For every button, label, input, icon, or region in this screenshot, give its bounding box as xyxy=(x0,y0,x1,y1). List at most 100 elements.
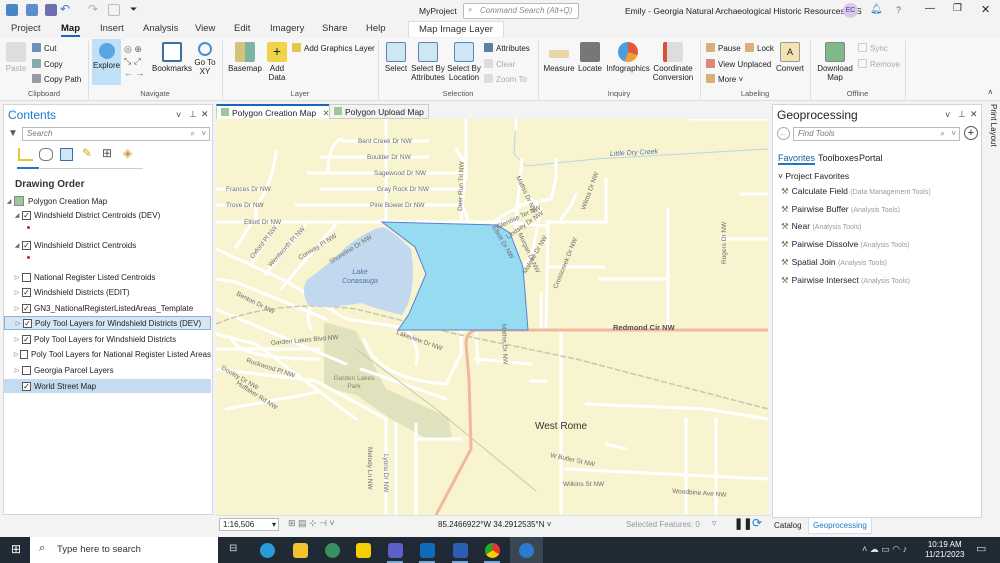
cut-button[interactable]: Cut xyxy=(32,43,56,53)
bookmarks-button[interactable]: Bookmarks xyxy=(152,42,192,73)
map-view[interactable]: Bent Creek Dr NW Boulder Dr NW Sagewood … xyxy=(216,119,768,515)
measure-button[interactable]: Measure xyxy=(543,42,575,73)
refresh-icon[interactable]: ⟳ xyxy=(752,516,762,530)
lock-labeling-button[interactable]: Lock xyxy=(745,43,774,53)
layer-visibility-checkbox[interactable]: ✓ xyxy=(23,318,32,328)
more-labeling-button[interactable]: More ˅ xyxy=(706,74,743,84)
map-node[interactable]: ◢ Polygon Creation Map xyxy=(4,194,211,208)
expand-icon[interactable]: ▷ xyxy=(12,274,22,281)
new-project-icon[interactable] xyxy=(6,4,18,16)
layer-visibility-checkbox[interactable]: ✓ xyxy=(22,334,31,344)
tab-map-image-layer[interactable]: Map Image Layer xyxy=(408,21,504,37)
layer-item[interactable]: ▷ ✓ Poly Tool Layers for Windshield Distri… xyxy=(4,332,211,346)
layer-visibility-checkbox[interactable]: ✓ xyxy=(22,381,31,391)
download-map-button[interactable]: Download Map xyxy=(815,42,855,82)
collapse-icon[interactable]: ◢ xyxy=(4,198,14,205)
customize-qat-icon[interactable]: ⏷ xyxy=(130,4,137,15)
layer-item[interactable]: ▷ Poly Tool Layers for National Register … xyxy=(4,347,211,361)
tab-toolboxes[interactable]: Toolboxes xyxy=(818,153,859,163)
contents-search-input[interactable]: Search ⌕ ˅ xyxy=(22,127,210,141)
save-icon[interactable] xyxy=(45,4,57,16)
copy-button[interactable]: Copy xyxy=(32,59,63,69)
layer-visibility-checkbox[interactable] xyxy=(22,272,31,282)
go-to-xy-button[interactable]: Go To XY xyxy=(193,42,217,76)
layer-item[interactable]: ◢ ✓ Windshield District Centroids (DEV) xyxy=(4,208,211,222)
windows-start-icon[interactable]: ⊞ xyxy=(11,542,21,556)
project-favorites-header[interactable]: ˅ Project Favorites xyxy=(778,171,849,181)
sync-button[interactable]: Sync xyxy=(858,43,888,53)
taskbar-search-input[interactable]: ⌕ Type here to search xyxy=(30,537,218,563)
close-pane-icon[interactable]: ✕ xyxy=(201,109,209,120)
convert-button[interactable]: A Convert xyxy=(775,42,805,73)
select-button[interactable]: Select xyxy=(383,42,409,73)
map-canvas[interactable]: Bent Creek Dr NW Boulder Dr NW Sagewood … xyxy=(216,119,768,515)
notification-icon[interactable]: 🔔︎ xyxy=(870,4,883,15)
tab-print-layout[interactable]: Print Layout xyxy=(984,104,998,164)
pin-icon[interactable]: ⊥ xyxy=(958,109,966,120)
list-by-editing-icon[interactable]: ✎ xyxy=(82,146,92,160)
add-favorite-icon[interactable]: + xyxy=(964,126,978,140)
favorite-tool-item[interactable]: ⚒ Calculate Field (Data Management Tools) xyxy=(781,186,931,197)
redo-icon[interactable]: ↷ xyxy=(88,2,98,16)
tab-edit[interactable]: Edit xyxy=(234,23,250,34)
search-dropdown-icon[interactable]: ˅ xyxy=(201,129,206,138)
add-graphics-layer-button[interactable]: Add Graphics Layer xyxy=(292,43,375,53)
layer-item[interactable]: ▷ ✓ Poly Tool Layers for Windshield Distri… xyxy=(4,316,211,330)
explore-button[interactable]: Explore xyxy=(92,39,121,85)
restore-button[interactable]: ❐ xyxy=(953,3,962,14)
system-tray-icons[interactable]: ˄ ☁ ▭ ◠ ♪ xyxy=(862,544,907,555)
pane-menu-icon[interactable]: ˅ xyxy=(176,110,181,120)
tab-insert[interactable]: Insert xyxy=(100,23,124,34)
layer-item[interactable]: ▷ Georgia Parcel Layers xyxy=(4,363,211,377)
notifications-icon[interactable]: ▭ xyxy=(976,542,986,555)
filter-icon[interactable]: ▼ xyxy=(8,128,18,139)
search-dropdown-icon[interactable]: ˅ xyxy=(951,129,956,138)
layer-visibility-checkbox[interactable]: ✓ xyxy=(22,303,31,313)
pause-drawing-icon[interactable]: ❚❚ xyxy=(734,517,752,530)
open-project-icon[interactable] xyxy=(26,4,38,16)
expand-icon[interactable]: ▷ xyxy=(12,336,22,343)
list-by-drawing-order-icon[interactable] xyxy=(18,148,33,161)
expand-icon[interactable]: ▷ xyxy=(12,289,22,296)
layer-item[interactable]: ▷ National Register Listed Centroids xyxy=(4,270,211,284)
list-by-labeling-icon[interactable]: ◈ xyxy=(123,146,132,160)
layer-visibility-checkbox[interactable] xyxy=(20,349,29,359)
help-button[interactable]: ? xyxy=(896,5,901,15)
locate-button[interactable]: Locate xyxy=(576,42,604,73)
favorite-tool-item[interactable]: ⚒ Pairwise Intersect (Analysis Tools) xyxy=(781,275,910,286)
list-by-snapping-icon[interactable]: ⊞ xyxy=(102,146,112,160)
layer-item[interactable]: ◢ ✓ Windshield District Centroids xyxy=(4,238,211,252)
list-by-source-icon[interactable] xyxy=(39,148,53,161)
tab-analysis[interactable]: Analysis xyxy=(143,23,178,34)
tab-polygon-creation-map[interactable]: Polygon Creation Map ✕ xyxy=(216,104,335,119)
tab-portal[interactable]: Portal xyxy=(859,153,883,163)
select-by-location-button[interactable]: Select By Location xyxy=(447,42,481,82)
pane-menu-icon[interactable]: ˅ xyxy=(945,110,950,120)
collapse-ribbon-icon[interactable]: ˄ xyxy=(988,88,993,97)
tab-favorites[interactable]: Favorites xyxy=(778,153,816,165)
chrome-icon[interactable] xyxy=(485,543,500,558)
layer-visibility-checkbox[interactable]: ✓ xyxy=(22,287,31,297)
select-by-attributes-button[interactable]: Select By Attributes xyxy=(410,42,446,82)
clear-button[interactable]: Clear xyxy=(484,59,515,69)
tab-imagery[interactable]: Imagery xyxy=(270,23,304,34)
favorite-tool-item[interactable]: ⚒ Spatial Join (Analysis Tools) xyxy=(781,257,887,268)
back-icon[interactable]: ← xyxy=(777,127,790,140)
expand-icon[interactable]: ◢ xyxy=(12,212,22,219)
close-button[interactable]: ✕ xyxy=(981,3,990,16)
favorite-tool-item[interactable]: ⚒ Near (Analysis Tools) xyxy=(781,221,861,232)
infographics-button[interactable]: Infographics xyxy=(605,42,651,73)
tab-share[interactable]: Share xyxy=(322,23,347,34)
layer-visibility-checkbox[interactable] xyxy=(22,365,31,375)
close-pane-icon[interactable]: ✕ xyxy=(970,109,978,120)
layer-item[interactable]: ▷ ✓ Windshield Districts (EDIT) xyxy=(4,285,211,299)
add-data-button[interactable]: + Add Data xyxy=(264,42,290,82)
back-icon[interactable]: ← xyxy=(124,68,133,78)
edge-icon[interactable] xyxy=(260,543,275,558)
teams-icon[interactable] xyxy=(388,543,403,558)
command-search-input[interactable]: ⌕ Command Search (Alt+Q) xyxy=(463,3,579,19)
tab-catalog[interactable]: Catalog xyxy=(774,521,802,530)
minimize-button[interactable]: — xyxy=(925,3,935,14)
basemap-button[interactable]: Basemap xyxy=(228,42,262,73)
layer-item[interactable]: ▷ ✓ GN3_NationalRegisterListedAreas_Templa… xyxy=(4,301,211,315)
